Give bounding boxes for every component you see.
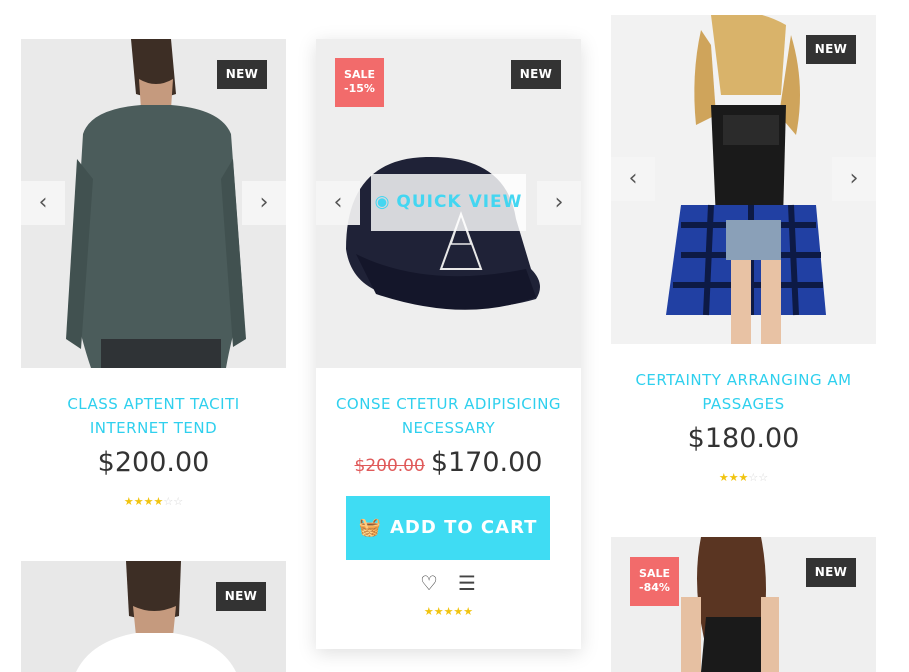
sale-percent: -15% — [344, 82, 375, 95]
next-arrow-icon[interactable]: › — [242, 181, 286, 225]
add-to-cart-label: ADD TO CART — [390, 517, 538, 538]
product-image-1[interactable]: NEW ‹ › — [21, 39, 286, 368]
rating-stars: ★★★★★ — [423, 605, 474, 618]
product-image-5[interactable]: SALE -84% NEW — [611, 537, 876, 672]
new-badge: NEW — [511, 60, 561, 89]
heart-icon[interactable]: ♡ — [416, 570, 442, 596]
product-card-2[interactable]: SALE -15% NEW ‹ › ◉ QUICK VIEW CONSE CTET… — [316, 39, 581, 649]
rating-stars: ★★★★☆☆ — [123, 495, 184, 508]
product-price: $180.00 — [687, 423, 800, 454]
sale-badge: SALE -15% — [335, 58, 384, 107]
product-price: $200.00 — [97, 447, 210, 478]
product-card-4[interactable]: NEW — [21, 561, 286, 672]
prev-arrow-icon[interactable]: ‹ — [316, 181, 360, 225]
eye-icon: ◉ — [374, 192, 391, 212]
basket-icon: 🧺 — [358, 517, 382, 538]
new-badge: NEW — [216, 582, 266, 611]
sale-label: SALE — [639, 567, 670, 580]
man-white-shirt-image — [21, 561, 286, 672]
sale-percent: -84% — [639, 581, 670, 594]
sale-badge: SALE -84% — [630, 557, 679, 606]
product-card-3[interactable]: NEW ‹ › CERTAINTY ARRANGING AM PASSAGES … — [611, 15, 876, 495]
product-card-1[interactable]: NEW ‹ › CLASS APTENT TACITI INTERNET TEN… — [21, 39, 286, 529]
quick-view-button[interactable]: ◉ QUICK VIEW — [371, 174, 526, 231]
product-card-5[interactable]: SALE -84% NEW — [611, 537, 876, 672]
sale-label: SALE — [344, 68, 375, 81]
product-title[interactable]: CONSE CTETUR ADIPISICING NECESSARY — [316, 392, 581, 440]
compare-icon[interactable]: ☰ — [454, 570, 480, 596]
quick-view-label: QUICK VIEW — [396, 192, 523, 212]
new-badge: NEW — [806, 558, 856, 587]
next-arrow-icon[interactable]: › — [537, 181, 581, 225]
rating-stars: ★★★☆☆ — [718, 471, 769, 484]
new-badge: NEW — [217, 60, 267, 89]
prev-arrow-icon[interactable]: ‹ — [611, 157, 655, 201]
old-price: $200.00 — [354, 456, 425, 476]
product-price-block: $200.00 $170.00 — [316, 447, 581, 478]
product-price: $170.00 — [430, 447, 543, 478]
product-title[interactable]: CLASS APTENT TACITI INTERNET TEND — [21, 392, 286, 440]
prev-arrow-icon[interactable]: ‹ — [21, 181, 65, 225]
product-image-2[interactable]: SALE -15% NEW ‹ › ◉ QUICK VIEW — [316, 39, 581, 368]
next-arrow-icon[interactable]: › — [832, 157, 876, 201]
product-title[interactable]: CERTAINTY ARRANGING AM PASSAGES — [611, 368, 876, 416]
product-image-4[interactable]: NEW — [21, 561, 286, 672]
product-image-3[interactable]: NEW ‹ › — [611, 15, 876, 344]
new-badge: NEW — [806, 35, 856, 64]
add-to-cart-button[interactable]: 🧺 ADD TO CART — [346, 496, 550, 560]
